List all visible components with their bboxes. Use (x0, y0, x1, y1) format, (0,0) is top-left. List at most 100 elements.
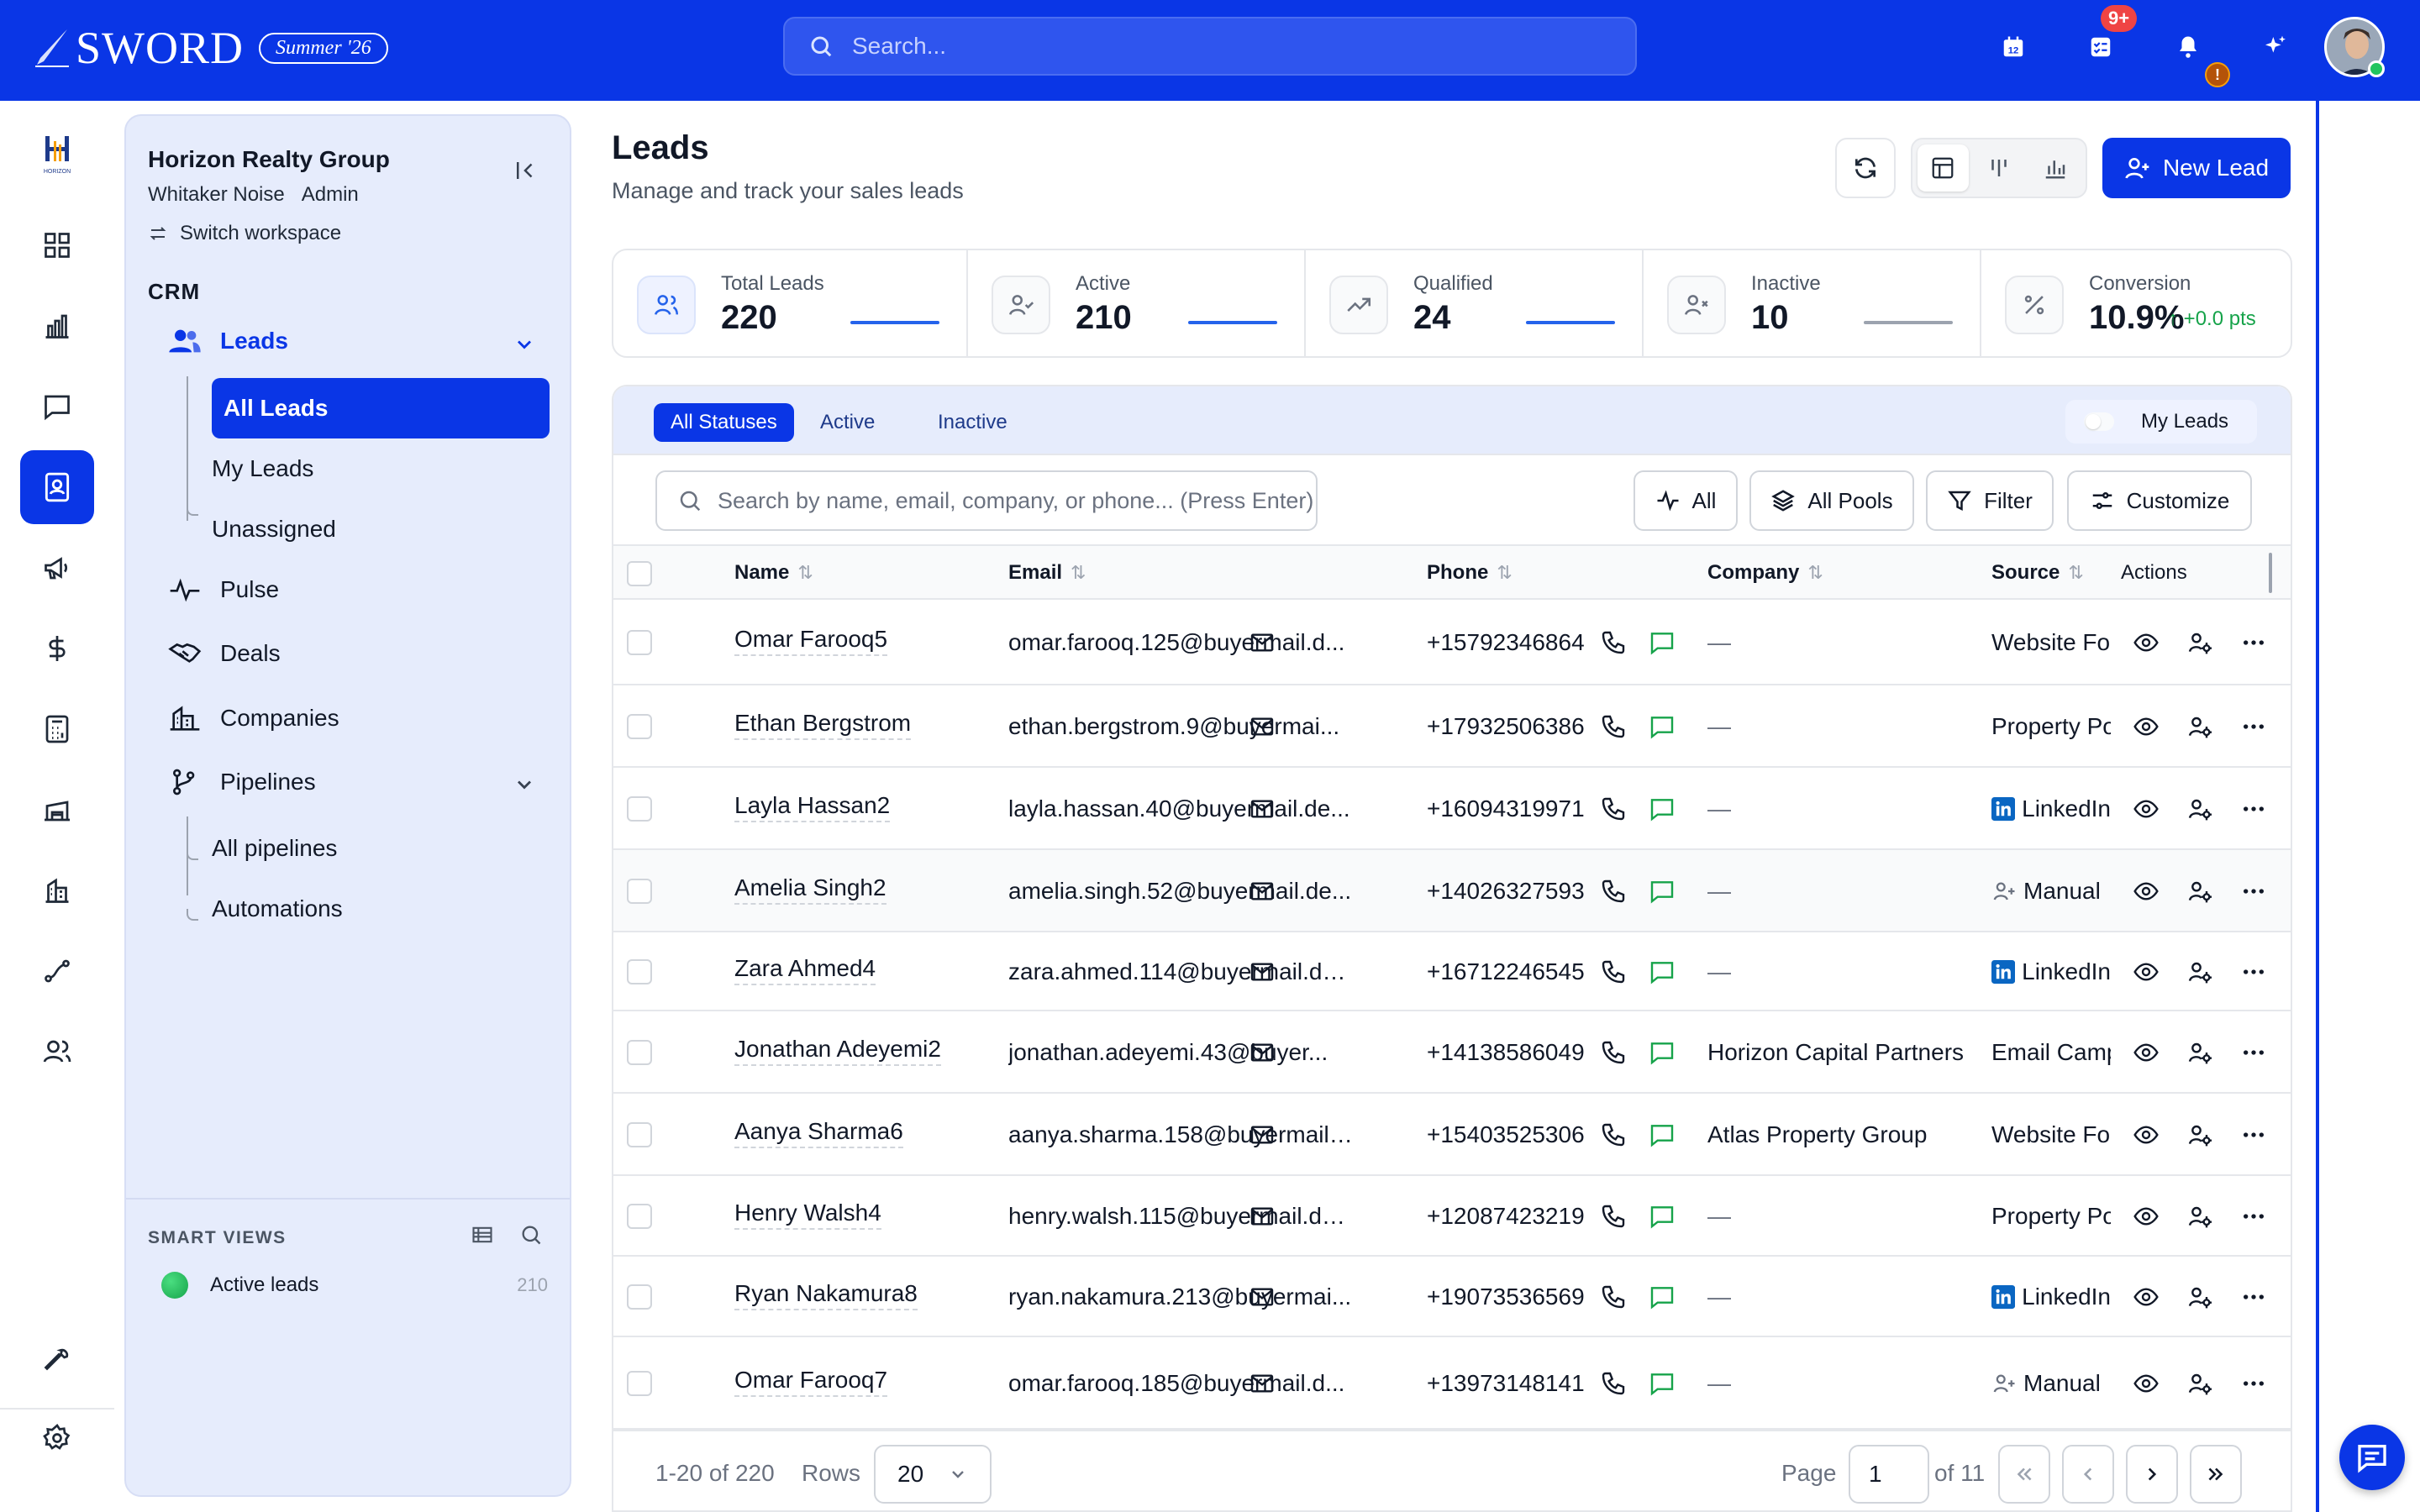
assign-user-icon[interactable] (2186, 958, 2213, 985)
filter-button[interactable]: Filter (1926, 470, 2054, 531)
more-options-icon[interactable] (2240, 795, 2267, 822)
mail-icon[interactable] (1249, 958, 1276, 985)
table-row[interactable]: Jonathan Adeyemi2 jonathan.adeyemi.43@buy… (613, 1011, 2291, 1094)
row-checkbox[interactable] (627, 1284, 652, 1310)
pipelines-expand-toggle[interactable] (513, 773, 536, 801)
table-row[interactable]: Amelia Singh2 amelia.singh.52@buyermail.d… (613, 850, 2291, 932)
rail-dashboard[interactable] (20, 208, 94, 282)
nav-pulse[interactable]: Pulse (168, 576, 279, 603)
nav-automations[interactable]: Automations (212, 895, 343, 922)
nav-unassigned[interactable]: Unassigned (212, 516, 336, 543)
rail-settings[interactable] (20, 1401, 94, 1475)
chat-support-button[interactable] (2339, 1425, 2405, 1490)
eye-icon[interactable] (2133, 1370, 2160, 1397)
lead-name-link[interactable]: Amelia Singh2 (734, 874, 886, 905)
pulse-filter-button[interactable]: All (1634, 470, 1738, 531)
assign-user-icon[interactable] (2186, 1370, 2213, 1397)
calendar-button[interactable]: 12 (1995, 29, 2032, 66)
phone-icon[interactable] (1600, 958, 1627, 985)
mail-icon[interactable] (1249, 1121, 1276, 1148)
workspace-logo[interactable]: HORIZON (29, 133, 86, 178)
more-options-icon[interactable] (2240, 1039, 2267, 1066)
leads-search-input[interactable]: Search by name, email, company, or phone… (655, 470, 1318, 531)
refresh-button[interactable] (1835, 138, 1896, 198)
mail-icon[interactable] (1249, 1284, 1276, 1310)
more-options-icon[interactable] (2240, 1121, 2267, 1148)
nav-all-leads[interactable]: All Leads (212, 378, 550, 438)
toggle-switch[interactable] (2084, 412, 2114, 431)
smart-views-search-button[interactable] (519, 1223, 543, 1251)
eye-icon[interactable] (2133, 1039, 2160, 1066)
eye-icon[interactable] (2133, 878, 2160, 905)
rail-routes[interactable] (20, 934, 94, 1008)
customize-button[interactable]: Customize (2067, 470, 2252, 531)
smart-views-list-button[interactable] (471, 1223, 494, 1251)
select-all-checkbox[interactable] (627, 561, 652, 586)
more-options-icon[interactable] (2240, 1284, 2267, 1310)
phone-icon[interactable] (1600, 878, 1627, 905)
assign-user-icon[interactable] (2186, 629, 2213, 656)
table-row[interactable]: Zara Ahmed4 zara.ahmed.114@buyermail.de..… (613, 932, 2291, 1011)
col-name[interactable]: Name ⇅ (734, 561, 813, 585)
more-options-icon[interactable] (2240, 713, 2267, 740)
prev-page-button[interactable] (2062, 1445, 2114, 1504)
col-source[interactable]: Source ⇅ (1991, 561, 2084, 585)
rows-per-page-select[interactable]: 20 (874, 1445, 992, 1504)
lead-name-link[interactable]: Jonathan Adeyemi2 (734, 1036, 941, 1066)
phone-icon[interactable] (1600, 1370, 1627, 1397)
lead-name-link[interactable]: Layla Hassan2 (734, 792, 891, 822)
assign-user-icon[interactable] (2186, 795, 2213, 822)
eye-icon[interactable] (2133, 1121, 2160, 1148)
row-checkbox[interactable] (627, 959, 652, 984)
table-row[interactable]: Ethan Bergstrom ethan.bergstrom.9@buyerma… (613, 685, 2291, 768)
sms-icon[interactable] (1649, 1121, 1676, 1148)
table-view-button[interactable] (1918, 144, 1969, 192)
rail-warehouse[interactable] (20, 773, 94, 847)
eye-icon[interactable] (2133, 1203, 2160, 1230)
pools-filter-button[interactable]: All Pools (1749, 470, 1914, 531)
sms-icon[interactable] (1649, 1039, 1676, 1066)
more-options-icon[interactable] (2240, 958, 2267, 985)
chart-view-button[interactable] (2029, 144, 2081, 192)
nav-my-leads[interactable]: My Leads (212, 455, 313, 482)
lead-name-link[interactable]: Henry Walsh4 (734, 1200, 881, 1230)
assign-user-icon[interactable] (2186, 878, 2213, 905)
table-row[interactable]: Omar Farooq7 omar.farooq.185@buyermail.d.… (613, 1337, 2291, 1430)
phone-icon[interactable] (1600, 713, 1627, 740)
kanban-view-button[interactable] (1974, 144, 2025, 192)
my-leads-toggle[interactable]: My Leads (2065, 400, 2257, 444)
lead-name-link[interactable]: Aanya Sharma6 (734, 1118, 903, 1148)
nav-deals[interactable]: Deals (168, 640, 281, 667)
row-checkbox[interactable] (627, 714, 652, 739)
sms-icon[interactable] (1649, 629, 1676, 656)
more-options-icon[interactable] (2240, 1370, 2267, 1397)
assign-user-icon[interactable] (2186, 1121, 2213, 1148)
first-page-button[interactable] (1998, 1445, 2050, 1504)
lead-name-link[interactable]: Ethan Bergstrom (734, 710, 912, 740)
row-checkbox[interactable] (627, 1204, 652, 1229)
row-checkbox[interactable] (627, 1122, 652, 1147)
smart-view-active-leads[interactable]: Active leads 210 (161, 1272, 548, 1299)
notifications-button[interactable] (2170, 29, 2207, 66)
table-row[interactable]: Ryan Nakamura8 ryan.nakamura.213@buyermai… (613, 1257, 2291, 1337)
lead-name-link[interactable]: Omar Farooq5 (734, 626, 888, 656)
more-options-icon[interactable] (2240, 878, 2267, 905)
eye-icon[interactable] (2133, 713, 2160, 740)
col-company[interactable]: Company ⇅ (1707, 561, 1823, 585)
global-search[interactable]: Search... (783, 17, 1637, 76)
tab-active[interactable]: Active (803, 403, 892, 442)
nav-companies[interactable]: Companies (168, 704, 339, 732)
row-checkbox[interactable] (627, 1371, 652, 1396)
assign-user-icon[interactable] (2186, 1284, 2213, 1310)
brand-logo[interactable]: SWORD Summer '26 (34, 22, 388, 74)
leads-expand-toggle[interactable] (513, 333, 536, 360)
rail-buildings[interactable] (20, 853, 94, 927)
rail-messages[interactable] (20, 370, 94, 444)
tab-all-statuses[interactable]: All Statuses (654, 403, 794, 442)
rail-calculator[interactable] (20, 692, 94, 766)
switch-workspace-link[interactable]: Switch workspace (148, 222, 341, 245)
mail-icon[interactable] (1249, 713, 1276, 740)
sms-icon[interactable] (1649, 958, 1676, 985)
phone-icon[interactable] (1600, 1121, 1627, 1148)
sms-icon[interactable] (1649, 878, 1676, 905)
